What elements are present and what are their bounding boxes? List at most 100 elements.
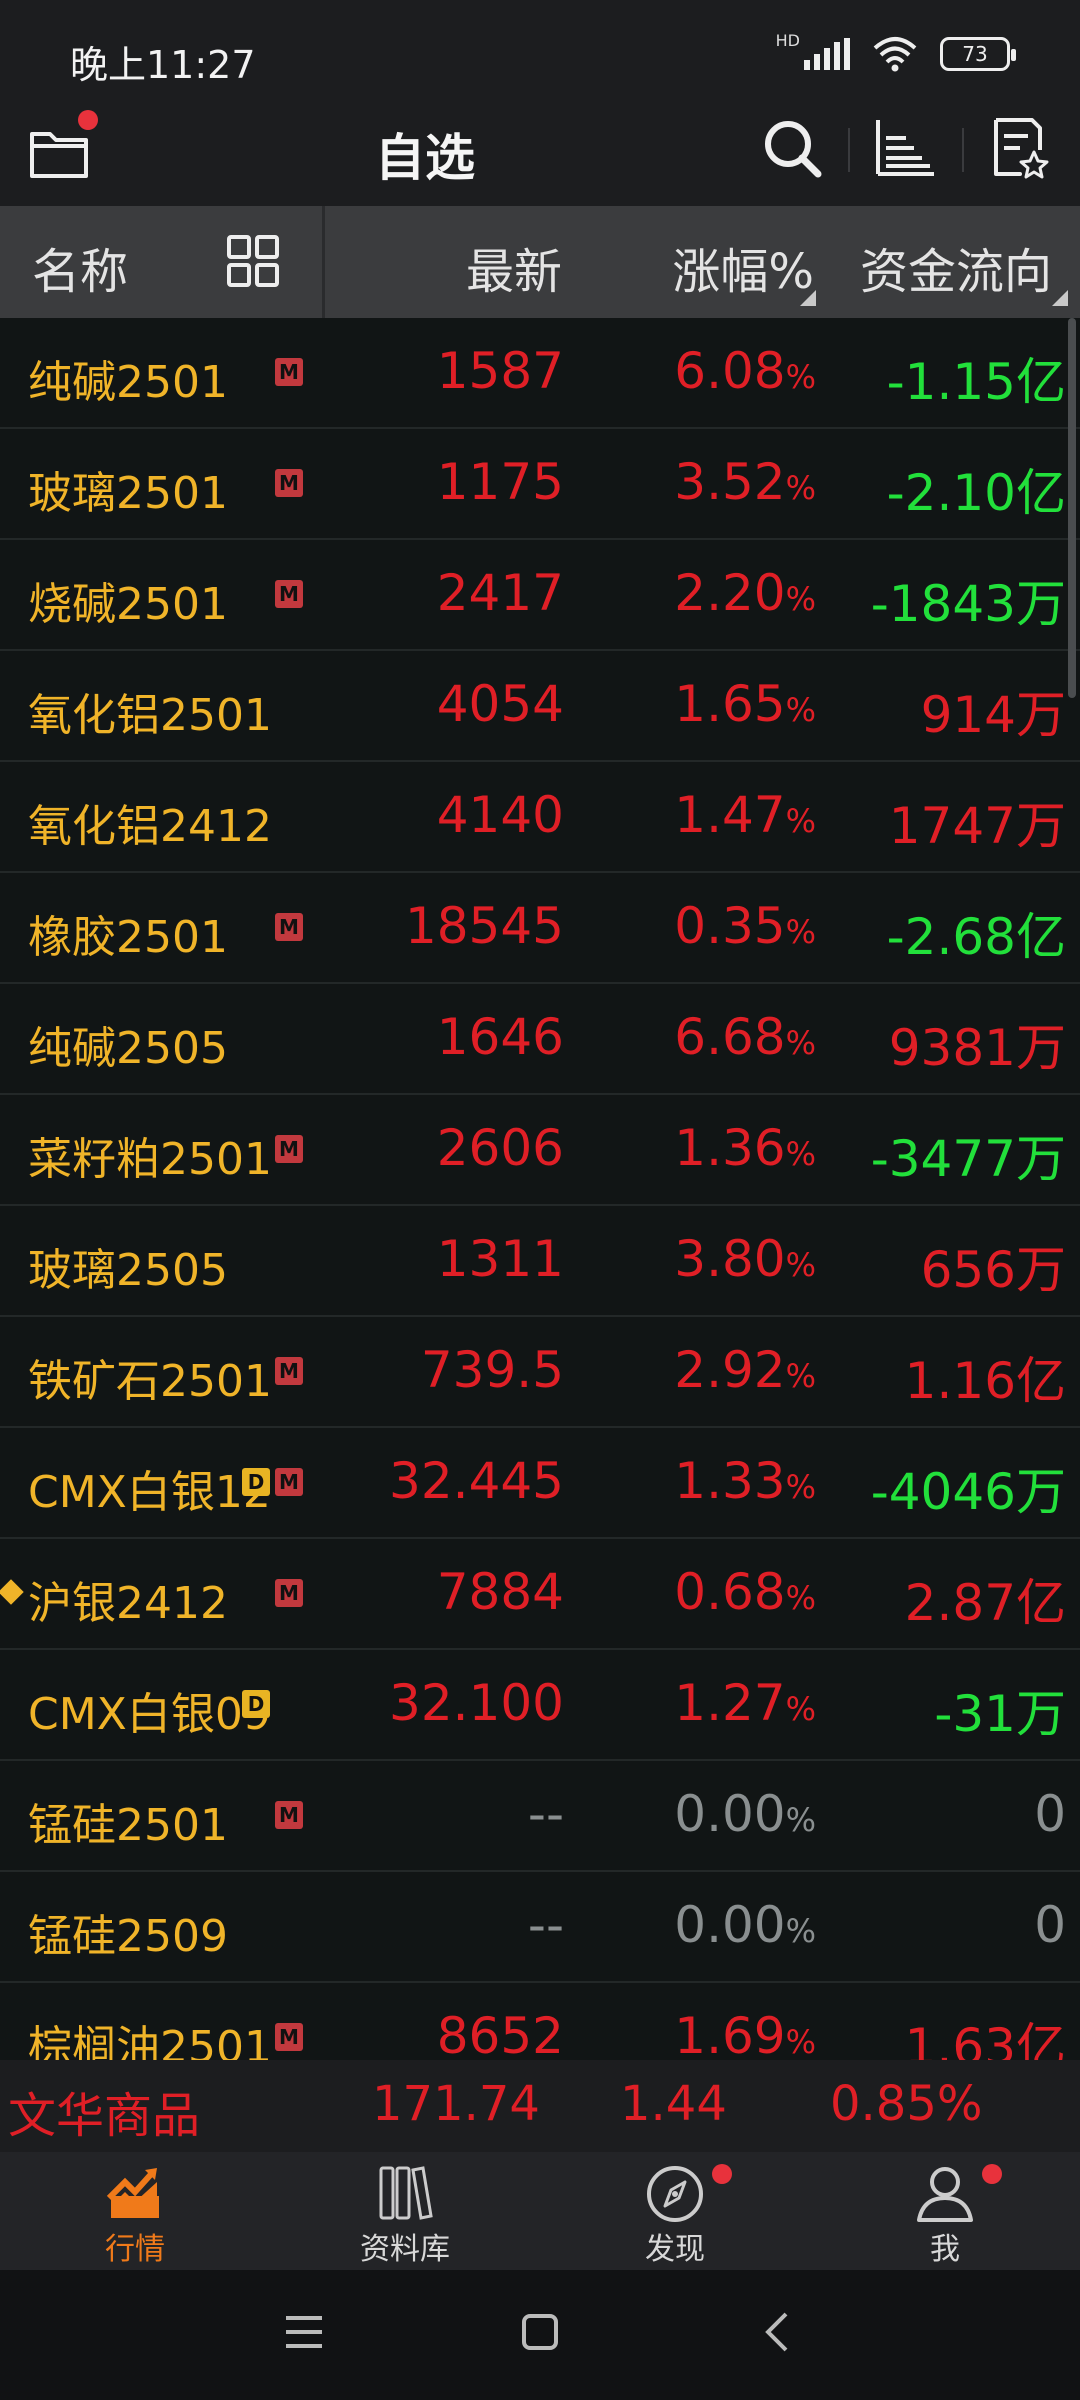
column-header-name[interactable]: 名称 [32,232,128,302]
row-change-percent: 2.92% [674,1341,816,1399]
percent-sign: % [785,913,816,951]
bottom-tab-bar: 行情 资料库 发现 我 [0,2152,1080,2270]
back-icon[interactable] [756,2310,800,2354]
row-name: 氧化铝2501 [28,690,272,741]
row-change-percent: 0.35% [674,897,816,955]
index-ticker[interactable]: 文华商品 171.74 1.44 0.85% [0,2060,1080,2152]
home-icon[interactable] [518,2310,562,2354]
header-divider [322,206,325,318]
table-row[interactable]: CMX白银12 M D 32.445 1.33% -4046万 [0,1428,1080,1539]
row-change-percent: 2.20% [674,564,816,622]
column-header-change[interactable]: 涨幅% [672,232,814,302]
column-header-flow[interactable]: 资金流向 [860,232,1052,302]
percent-sign: % [785,802,816,840]
main-contract-badge: M [275,469,303,497]
main-contract-badge: M [275,2023,303,2051]
row-capital-flow: 656万 [920,1241,1066,1299]
row-capital-flow: -2.68亿 [886,908,1066,966]
main-contract-badge: M [275,1357,303,1385]
battery-icon: 73 [940,37,1016,71]
row-change-value: 1.47 [674,786,786,844]
percent-sign: % [785,358,816,396]
row-name: 锰硅2501 [28,1800,228,1851]
table-row[interactable]: 玻璃2505 1311 3.80% 656万 [0,1206,1080,1317]
row-latest-price: 8652 [436,2007,564,2060]
grid-icon[interactable] [226,234,280,288]
row-capital-flow: -31万 [934,1685,1066,1743]
tab-me[interactable]: 我 [810,2152,1080,2270]
table-row[interactable]: 玻璃2501 M 1175 3.52% -2.10亿 [0,429,1080,540]
table-row[interactable]: 氧化铝2412 4140 1.47% 1747万 [0,762,1080,873]
tab-library[interactable]: 资料库 [270,2152,540,2270]
row-change-value: 1.27 [674,1674,786,1732]
table-row[interactable]: 纯碱2501 M 1587 6.08% -1.15亿 [0,318,1080,429]
row-change-percent: 0.00% [674,1896,816,1954]
sort-bars-icon[interactable] [872,116,936,180]
note-star-icon[interactable] [990,116,1050,180]
main-contract-badge: M [275,913,303,941]
system-navigation-bar [0,2270,1080,2400]
scrollbar[interactable] [1068,318,1076,698]
row-latest-price: 7884 [436,1563,564,1621]
status-bar: 晚上11:27 HD 73 [0,0,1080,110]
table-row[interactable]: 棕榈油2501 M 8652 1.69% 1.63亿 [0,1983,1080,2060]
main-contract-badge: M [275,1135,303,1163]
row-change-value: 0.00 [674,1896,786,1954]
table-row[interactable]: 铁矿石2501 M 739.5 2.92% 1.16亿 [0,1317,1080,1428]
tab-label: 我 [930,2232,960,2267]
pinned-diamond-icon [0,1579,24,1605]
row-change-percent: 0.68% [674,1563,816,1621]
percent-sign: % [785,691,816,729]
signal-icon [804,38,850,70]
column-header-latest[interactable]: 最新 [466,232,562,302]
row-change-percent: 1.47% [674,786,816,844]
hd-label: HD [775,30,800,50]
row-capital-flow: 1.63亿 [904,2018,1066,2060]
row-capital-flow: -2.10亿 [886,464,1066,522]
percent-sign: % [785,469,816,507]
navbar: 自选 [0,110,1080,206]
table-row[interactable]: 纯碱2505 1646 6.68% 9381万 [0,984,1080,1095]
row-change-percent: 1.65% [674,675,816,733]
percent-sign: % [785,1135,816,1173]
page-title-text: 自选 [375,129,475,187]
percent-sign: % [785,1468,816,1506]
table-row[interactable]: CMX白银09 D 32.100 1.27% -31万 [0,1650,1080,1761]
search-icon[interactable] [760,116,824,180]
row-capital-flow: 914万 [920,686,1066,744]
table-row[interactable]: 氧化铝2501 4054 1.65% 914万 [0,651,1080,762]
row-latest-price: 1175 [436,453,564,511]
row-change-percent: 6.08% [674,342,816,400]
row-latest-price: 1646 [436,1008,564,1066]
notification-dot [982,2164,1002,2184]
row-latest-price: 4054 [436,675,564,733]
table-row[interactable]: 烧碱2501 M 2417 2.20% -1843万 [0,540,1080,651]
row-capital-flow: 2.87亿 [904,1574,1066,1632]
menu-icon[interactable] [282,2310,326,2354]
table-row[interactable]: 菜籽粕2501 M 2606 1.36% -3477万 [0,1095,1080,1206]
row-change-value: 6.08 [674,342,786,400]
nav-divider [962,128,964,172]
notification-dot [712,2164,732,2184]
percent-sign: % [785,1024,816,1062]
row-change-value: 0.68 [674,1563,786,1621]
tab-discover[interactable]: 发现 [540,2152,810,2270]
percent-sign: % [785,580,816,618]
library-icon [379,2166,433,2220]
person-icon [917,2167,973,2222]
table-row[interactable]: 锰硅2509 -- 0.00% 0 [0,1872,1080,1983]
main-contract-badge: M [275,580,303,608]
sort-indicator-icon [1052,290,1068,306]
table-row[interactable]: 橡胶2501 M 18545 0.35% -2.68亿 [0,873,1080,984]
row-change-percent: 1.36% [674,1119,816,1177]
row-change-percent: 6.68% [674,1008,816,1066]
row-latest-price: 1311 [436,1230,564,1288]
row-capital-flow: 0 [1034,1785,1066,1843]
watchlist: 纯碱2501 M 1587 6.08% -1.15亿 玻璃2501 M 1175 3.52% -2… [0,318,1080,2060]
table-row[interactable]: 锰硅2501 M -- 0.00% 0 [0,1761,1080,1872]
main-contract-badge: M [275,1579,303,1607]
table-row[interactable]: 沪银2412 M 7884 0.68% 2.87亿 [0,1539,1080,1650]
tab-market[interactable]: 行情 [0,2152,270,2270]
battery-level: 73 [962,42,988,66]
row-change-value: 1.33 [674,1452,786,1510]
